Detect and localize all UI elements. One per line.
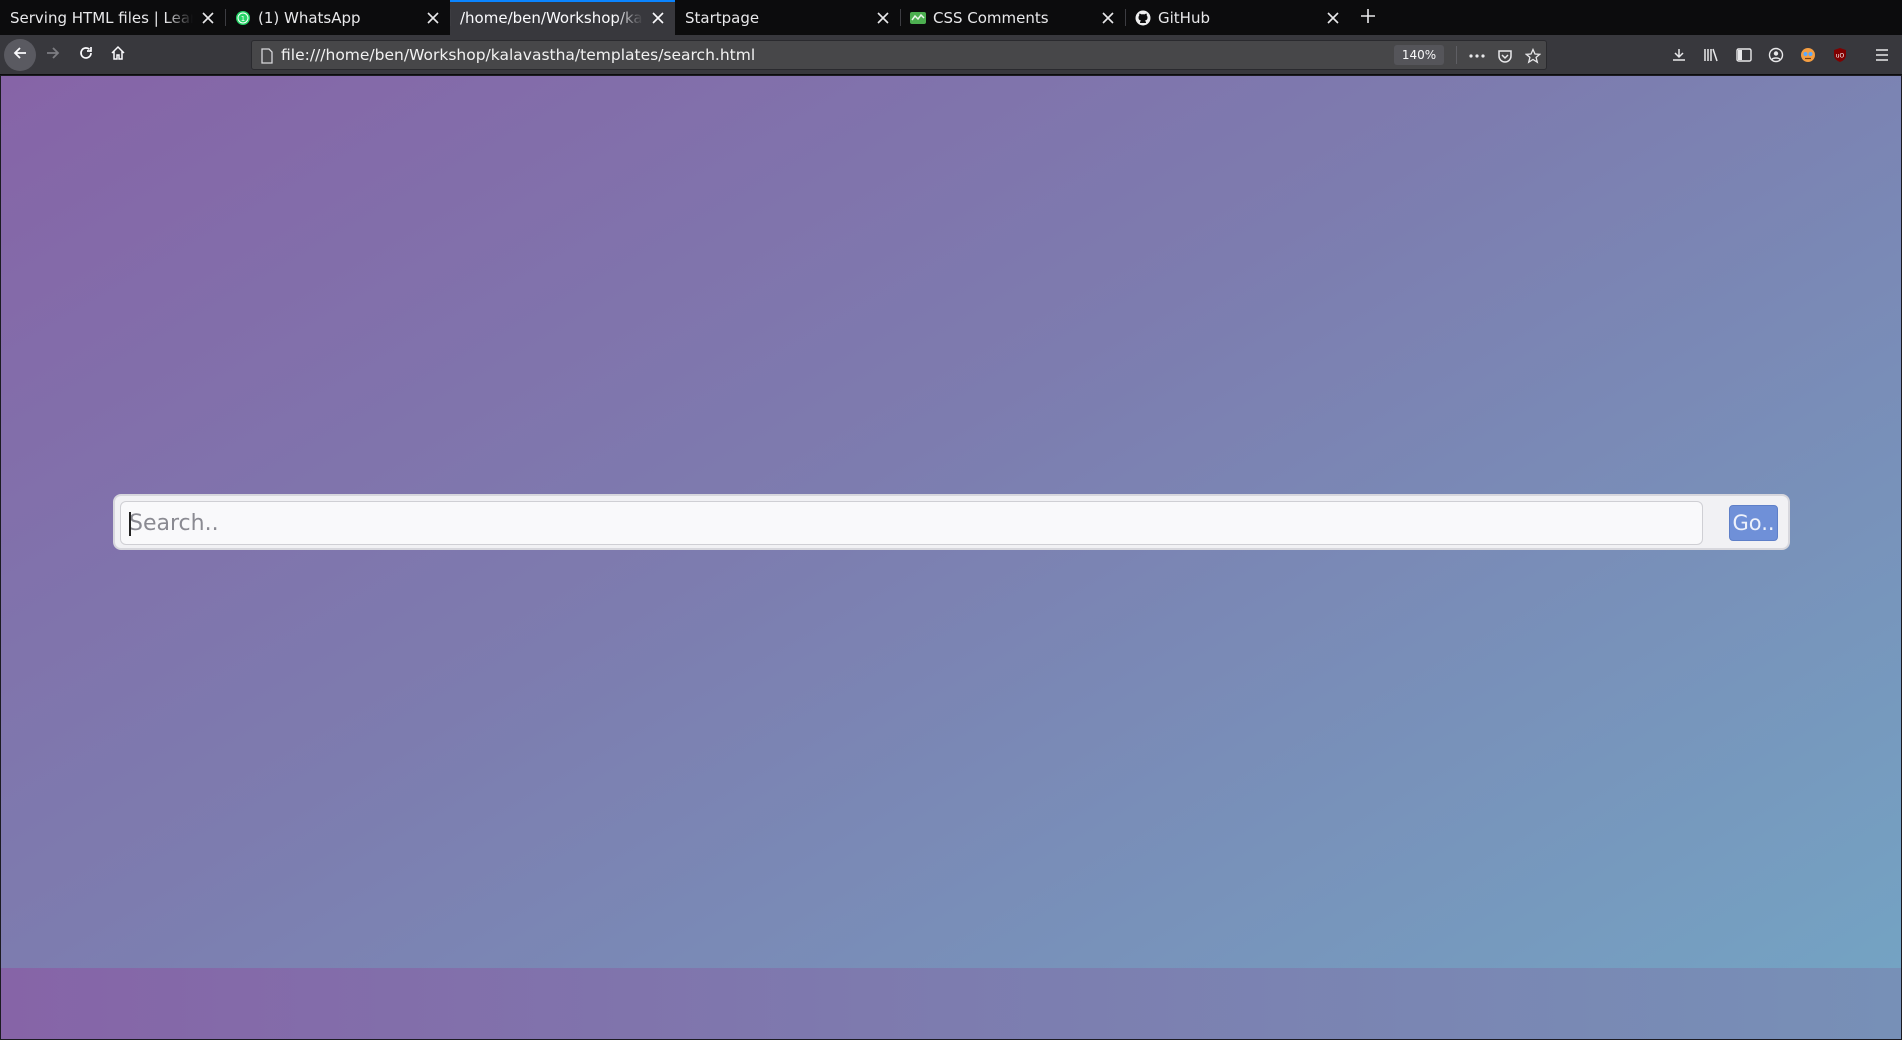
home-icon: [110, 45, 126, 65]
plus-icon: [1360, 8, 1376, 28]
home-button[interactable]: [102, 39, 134, 71]
reload-icon: [78, 45, 94, 65]
close-icon[interactable]: [1099, 9, 1117, 27]
tab-title: /home/ben/Workshop/kalavastha: [460, 8, 643, 27]
close-icon[interactable]: [874, 9, 892, 27]
tab-serving-html[interactable]: Serving HTML files | Learning: [0, 0, 225, 35]
whatsapp-icon: 1: [235, 10, 251, 26]
page-content: Go..: [1, 76, 1901, 968]
url-separator: [1456, 46, 1457, 64]
page-info-icon[interactable]: [256, 45, 278, 67]
tab-search-html[interactable]: /home/ben/Workshop/kalavastha: [450, 0, 675, 35]
ublock-icon[interactable]: uO: [1829, 44, 1851, 66]
hamburger-menu-icon[interactable]: [1871, 44, 1893, 66]
sidebar-icon[interactable]: [1733, 44, 1755, 66]
text-caret: [129, 512, 131, 536]
url-text[interactable]: file:///home/ben/Workshop/kalavastha/tem…: [281, 46, 755, 64]
tab-startpage[interactable]: Startpage: [675, 0, 900, 35]
close-icon[interactable]: [1324, 9, 1342, 27]
forward-button[interactable]: [37, 39, 69, 71]
extension-icon[interactable]: [1797, 44, 1819, 66]
page-actions-icon[interactable]: [1466, 45, 1488, 67]
close-icon[interactable]: [424, 9, 442, 27]
new-tab-button[interactable]: [1350, 0, 1386, 35]
tab-strip: Serving HTML files | Learning 1 (1) What…: [0, 0, 1902, 35]
svg-text:uO: uO: [1836, 53, 1845, 60]
svg-text:1: 1: [241, 15, 245, 23]
url-bar[interactable]: file:///home/ben/Workshop/kalavastha/tem…: [251, 40, 1547, 70]
page-footer-band: [1, 968, 1901, 1039]
arrow-right-icon: [45, 45, 61, 65]
tab-title: Startpage: [685, 8, 760, 27]
back-button[interactable]: [4, 39, 36, 71]
tab-title: CSS Comments: [933, 8, 1049, 27]
search-bar: Go..: [113, 494, 1790, 550]
navigation-toolbar: file:///home/ben/Workshop/kalavastha/tem…: [0, 35, 1902, 75]
css-icon: [910, 10, 926, 26]
tab-title: GitHub: [1158, 8, 1210, 27]
tab-github[interactable]: GitHub: [1125, 0, 1350, 35]
tab-css-comments[interactable]: CSS Comments: [900, 0, 1125, 35]
tab-whatsapp[interactable]: 1 (1) WhatsApp: [225, 0, 450, 35]
reload-button[interactable]: [70, 39, 102, 71]
account-icon[interactable]: [1765, 44, 1787, 66]
downloads-icon[interactable]: [1668, 44, 1690, 66]
search-input[interactable]: [120, 501, 1703, 545]
go-button[interactable]: Go..: [1729, 505, 1778, 541]
arrow-left-icon: [12, 45, 28, 65]
library-icon[interactable]: [1700, 44, 1722, 66]
bookmark-star-icon[interactable]: [1522, 45, 1544, 67]
tab-title: Serving HTML files | Learning: [10, 8, 193, 27]
close-icon[interactable]: [199, 9, 217, 27]
close-icon[interactable]: [649, 9, 667, 27]
tab-title: (1) WhatsApp: [258, 8, 361, 27]
pocket-icon[interactable]: [1494, 45, 1516, 67]
zoom-level-badge[interactable]: 140%: [1394, 45, 1444, 65]
github-icon: [1135, 10, 1151, 26]
